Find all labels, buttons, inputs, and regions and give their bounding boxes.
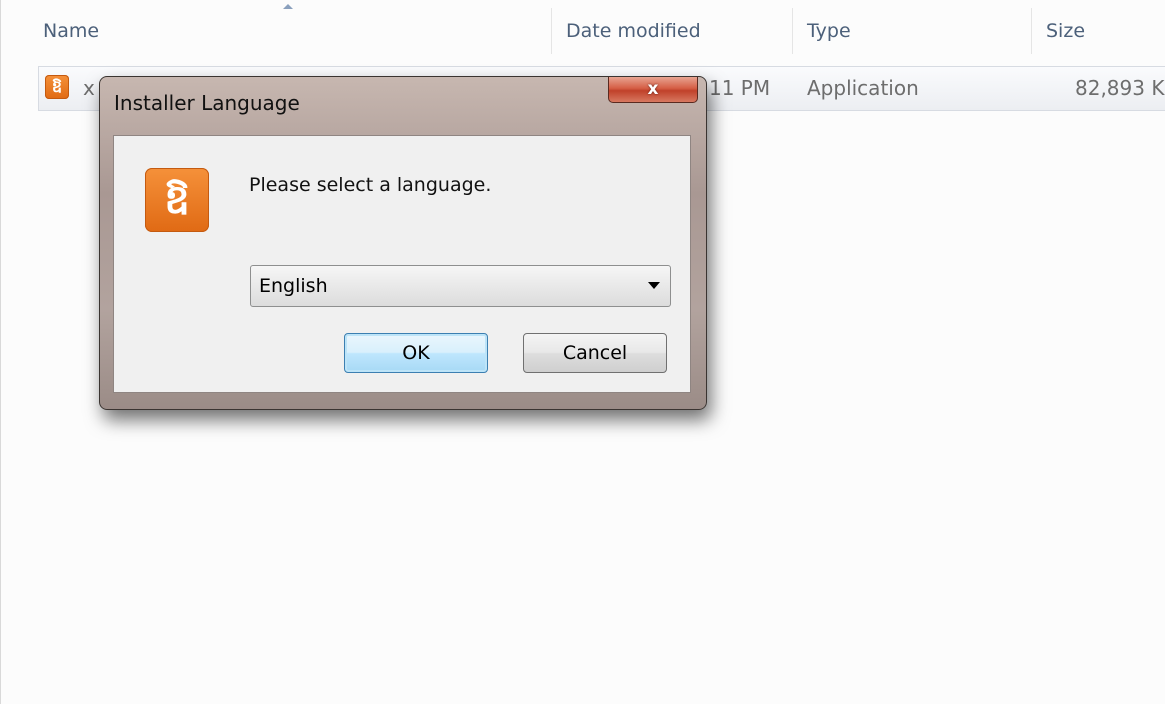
chevron-down-icon[interactable] bbox=[648, 282, 660, 289]
language-select[interactable]: English bbox=[250, 265, 671, 307]
file-name-cell: x bbox=[83, 76, 95, 100]
file-date-cell: 11 PM bbox=[709, 76, 771, 100]
installer-language-dialog[interactable]: Installer Language x ឱ Please select a l… bbox=[99, 76, 707, 410]
column-header-type-label: Type bbox=[807, 20, 851, 42]
column-separator[interactable] bbox=[792, 8, 793, 54]
close-button[interactable]: x bbox=[608, 77, 698, 103]
column-header-name-label: Name bbox=[43, 20, 100, 42]
sort-ascending-icon bbox=[283, 4, 293, 9]
xampp-file-icon-glyph: ឱ bbox=[51, 77, 63, 96]
column-separator[interactable] bbox=[551, 8, 552, 54]
xampp-file-icon: ឱ bbox=[45, 75, 69, 99]
column-header-date-label: Date modified bbox=[566, 20, 701, 42]
column-header-name[interactable]: Name bbox=[31, 0, 551, 62]
dialog-title: Installer Language bbox=[114, 91, 300, 115]
column-header-size-label: Size bbox=[1046, 20, 1086, 42]
column-header-size[interactable]: Size bbox=[1034, 0, 1165, 62]
cancel-button-label: Cancel bbox=[562, 342, 628, 364]
xampp-logo-glyph: ឱ bbox=[164, 177, 190, 223]
column-header-type[interactable]: Type bbox=[795, 0, 1031, 62]
column-separator[interactable] bbox=[1031, 8, 1032, 54]
dialog-client-area: ឱ Please select a language. English OK C… bbox=[113, 135, 691, 393]
cancel-button[interactable]: Cancel bbox=[523, 333, 667, 373]
file-size-cell: 82,893 K bbox=[1075, 76, 1165, 100]
column-header-date-modified[interactable]: Date modified bbox=[554, 0, 792, 62]
xampp-logo-icon: ឱ bbox=[145, 168, 209, 232]
ok-button[interactable]: OK bbox=[344, 333, 488, 373]
ok-button-label: OK bbox=[402, 342, 430, 364]
language-prompt: Please select a language. bbox=[249, 174, 492, 196]
language-select-value: English bbox=[259, 275, 328, 297]
close-icon: x bbox=[647, 79, 659, 99]
file-type-cell: Application bbox=[807, 76, 919, 100]
